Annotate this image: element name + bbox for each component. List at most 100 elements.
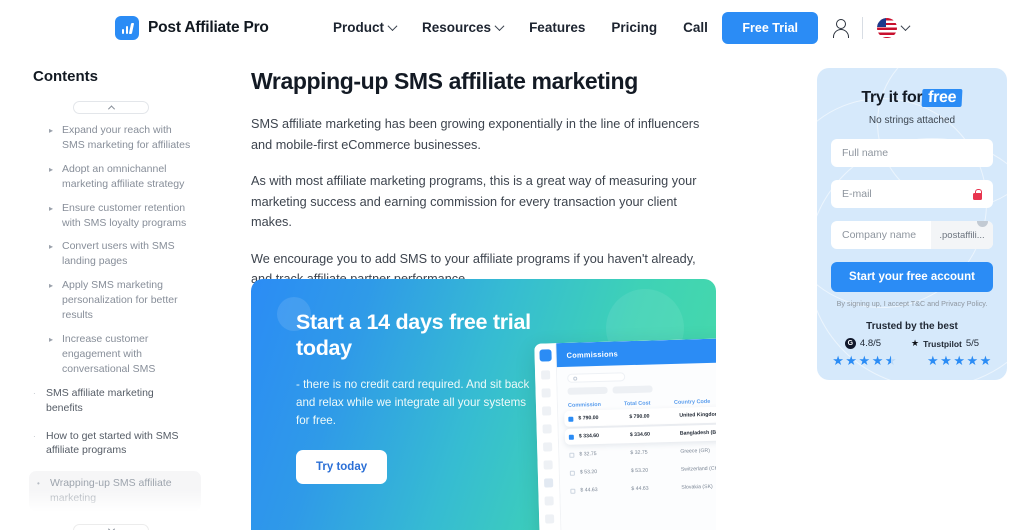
toc-label: Convert users with SMS landing pages <box>62 240 175 268</box>
full-name-input[interactable]: Full name <box>831 139 993 167</box>
mock-cell-total: $ 32.75 <box>630 449 648 457</box>
nav-label: Resources <box>422 20 492 35</box>
brand-name: Post Affiliate Pro <box>148 18 269 36</box>
toc-label: Apply SMS marketing personalization for … <box>62 279 178 322</box>
cta-content: Start a 14 days free trial today - there… <box>296 309 536 485</box>
chevron-up-icon <box>107 105 115 113</box>
toc-item-6[interactable]: · SMS affiliate marketing benefits <box>33 386 193 416</box>
toc-item-1[interactable]: ▸ Adopt an omnichannel marketing affiliat… <box>33 162 193 192</box>
star-icon: ★ <box>858 353 871 368</box>
mock-content: Commissions Commission Total Cost Countr… <box>556 338 716 530</box>
star-icon: ★ <box>911 338 920 348</box>
mock-nav-icon <box>542 424 552 434</box>
cta-heading: Start a 14 days free trial today <box>296 310 531 361</box>
toc-item-5[interactable]: ▸ Increase customer engagement with conve… <box>33 332 193 377</box>
mock-table-row: $ 32.75 $ 32.75 Greece (GR) <box>565 442 716 463</box>
mock-nav-icon <box>541 388 551 398</box>
trustpilot-score: 5/5 <box>965 338 980 349</box>
mock-nav-icon-active <box>544 478 554 488</box>
bullet-icon: ▸ <box>49 126 54 135</box>
toc-label: Expand your reach with SMS marketing for… <box>62 124 191 151</box>
toc-item-2[interactable]: ▸ Ensure customer retention with SMS loya… <box>33 201 193 231</box>
user-icon[interactable] <box>832 19 849 38</box>
nav-item-features[interactable]: Features <box>529 20 585 35</box>
divider <box>862 16 863 39</box>
main-nav: Product Resources Features Pricing Call <box>333 20 708 35</box>
nav-item-call[interactable]: Call <box>683 20 708 35</box>
toc-item-4[interactable]: ▸ Apply SMS marketing personalization for… <box>33 278 193 323</box>
mock-cell-total: $ 53.20 <box>630 467 649 475</box>
signup-subtitle: No strings attached <box>868 115 956 126</box>
star-half-icon: ★ <box>885 353 897 369</box>
search-icon <box>573 376 578 381</box>
mock-cell-country: Switzerland (CH) <box>680 465 716 473</box>
signup-title-pre: Try it for <box>861 89 923 106</box>
cta-body: - there is no credit card required. And … <box>296 378 530 428</box>
mock-table-row: $ 44.63 $ 44.63 Slovakia (SK) <box>566 478 716 499</box>
toc-scroll-up-button[interactable] <box>73 101 149 114</box>
toc-label: SMS affiliate marketing benefits <box>46 386 154 414</box>
bullet-icon: • <box>37 479 40 489</box>
mock-nav-icon <box>542 406 552 416</box>
toc-scroll-down-button[interactable] <box>73 524 149 530</box>
trusted-title: Trusted by the best <box>866 321 958 332</box>
article-body: Wrapping-up SMS affiliate marketing SMS … <box>251 68 716 306</box>
toc-item-3[interactable]: ▸ Convert users with SMS landing pages <box>33 239 193 269</box>
mock-filter-pill <box>567 386 608 395</box>
mock-nav-icon <box>545 514 555 524</box>
nav-item-pricing[interactable]: Pricing <box>611 20 657 35</box>
toc-list: ▸ Expand your reach with SMS marketing fo… <box>29 123 201 512</box>
language-selector[interactable] <box>877 17 911 38</box>
trial-cta-banner: Start a 14 days free trial today - there… <box>251 279 716 530</box>
mock-cell-country: United Kingdom (GB) <box>679 411 716 419</box>
mock-cell-commission: $ 53.20 <box>579 469 598 476</box>
signup-panel: Try it for free No strings attached Full … <box>817 68 1007 380</box>
nav-item-product[interactable]: Product <box>333 20 398 35</box>
trustpilot-stars: ★ ★ ★ ★ ★ <box>927 353 992 369</box>
bullet-icon: ▸ <box>49 334 54 344</box>
checkbox-icon <box>568 416 574 422</box>
company-name-input[interactable]: Company name .postaffili... <box>831 221 993 249</box>
email-input[interactable]: E-mail <box>831 180 993 208</box>
mock-table-row: $ 790.00 $ 790.00 United Kingdom (GB) <box>564 406 716 427</box>
mock-cell-commission: $ 790.00 <box>578 414 599 422</box>
mock-cell-commission: $ 334.60 <box>578 432 600 440</box>
mock-header-bar: Commissions <box>556 338 716 368</box>
mock-logo-icon <box>538 349 552 362</box>
mock-nav-icon <box>543 442 553 452</box>
mock-header-title: Commissions <box>566 348 619 360</box>
chevron-down-icon <box>494 21 505 32</box>
signup-title: Try it for free <box>817 89 1007 107</box>
free-trial-button[interactable]: Free Trial <box>722 11 818 44</box>
ratings-row: G 4.8/5 ★ Trustpilot 5/5 <box>817 338 1007 349</box>
paragraph-2: As with most affiliate marketing program… <box>251 174 697 230</box>
signup-terms: By signing up, I accept T&C and Privacy … <box>836 299 988 308</box>
toc-item-8-active[interactable]: • Wrapping-up SMS affiliate marketing <box>29 471 201 512</box>
toc-label: Increase customer engagement with conver… <box>62 332 156 375</box>
start-free-account-button[interactable]: Start your free account <box>831 262 993 292</box>
try-today-button[interactable]: Try today <box>296 450 388 485</box>
site-header: Post Affiliate Pro Product Resources Fea… <box>0 0 1024 55</box>
us-flag-icon <box>877 17 897 38</box>
star-icon: ★ <box>832 353 845 368</box>
mock-search-input <box>567 372 626 383</box>
toc-item-7[interactable]: · How to get started with SMS affiliate p… <box>33 429 193 459</box>
star-icon: ★ <box>979 353 992 368</box>
toc-label: Wrapping-up SMS affiliate marketing <box>50 477 172 505</box>
contents-sidebar: Contents ▸ Expand your reach with SMS mar… <box>29 68 201 530</box>
mock-table-row: $ 53.20 $ 53.20 Switzerland (CH) <box>566 460 716 481</box>
star-icon: ★ <box>927 353 940 368</box>
rating-trustpilot: ★ Trustpilot 5/5 <box>911 338 979 349</box>
contents-title: Contents <box>33 68 98 85</box>
toc-item-0[interactable]: ▸ Expand your reach with SMS marketing fo… <box>33 123 193 153</box>
email-placeholder: E-mail <box>842 188 872 200</box>
mock-cell-total: $ 44.63 <box>631 485 649 493</box>
nav-item-resources[interactable]: Resources <box>422 20 505 35</box>
star-icon: ★ <box>966 353 979 368</box>
mock-cell-total: $ 790.00 <box>629 413 650 421</box>
brand-logo-link[interactable]: Post Affiliate Pro <box>115 15 269 40</box>
lock-icon <box>973 188 982 200</box>
trustpilot-label: Trustpilot <box>923 338 962 349</box>
mock-cell-commission: $ 32.75 <box>579 451 597 458</box>
mock-cell-commission: $ 44.63 <box>580 487 598 494</box>
